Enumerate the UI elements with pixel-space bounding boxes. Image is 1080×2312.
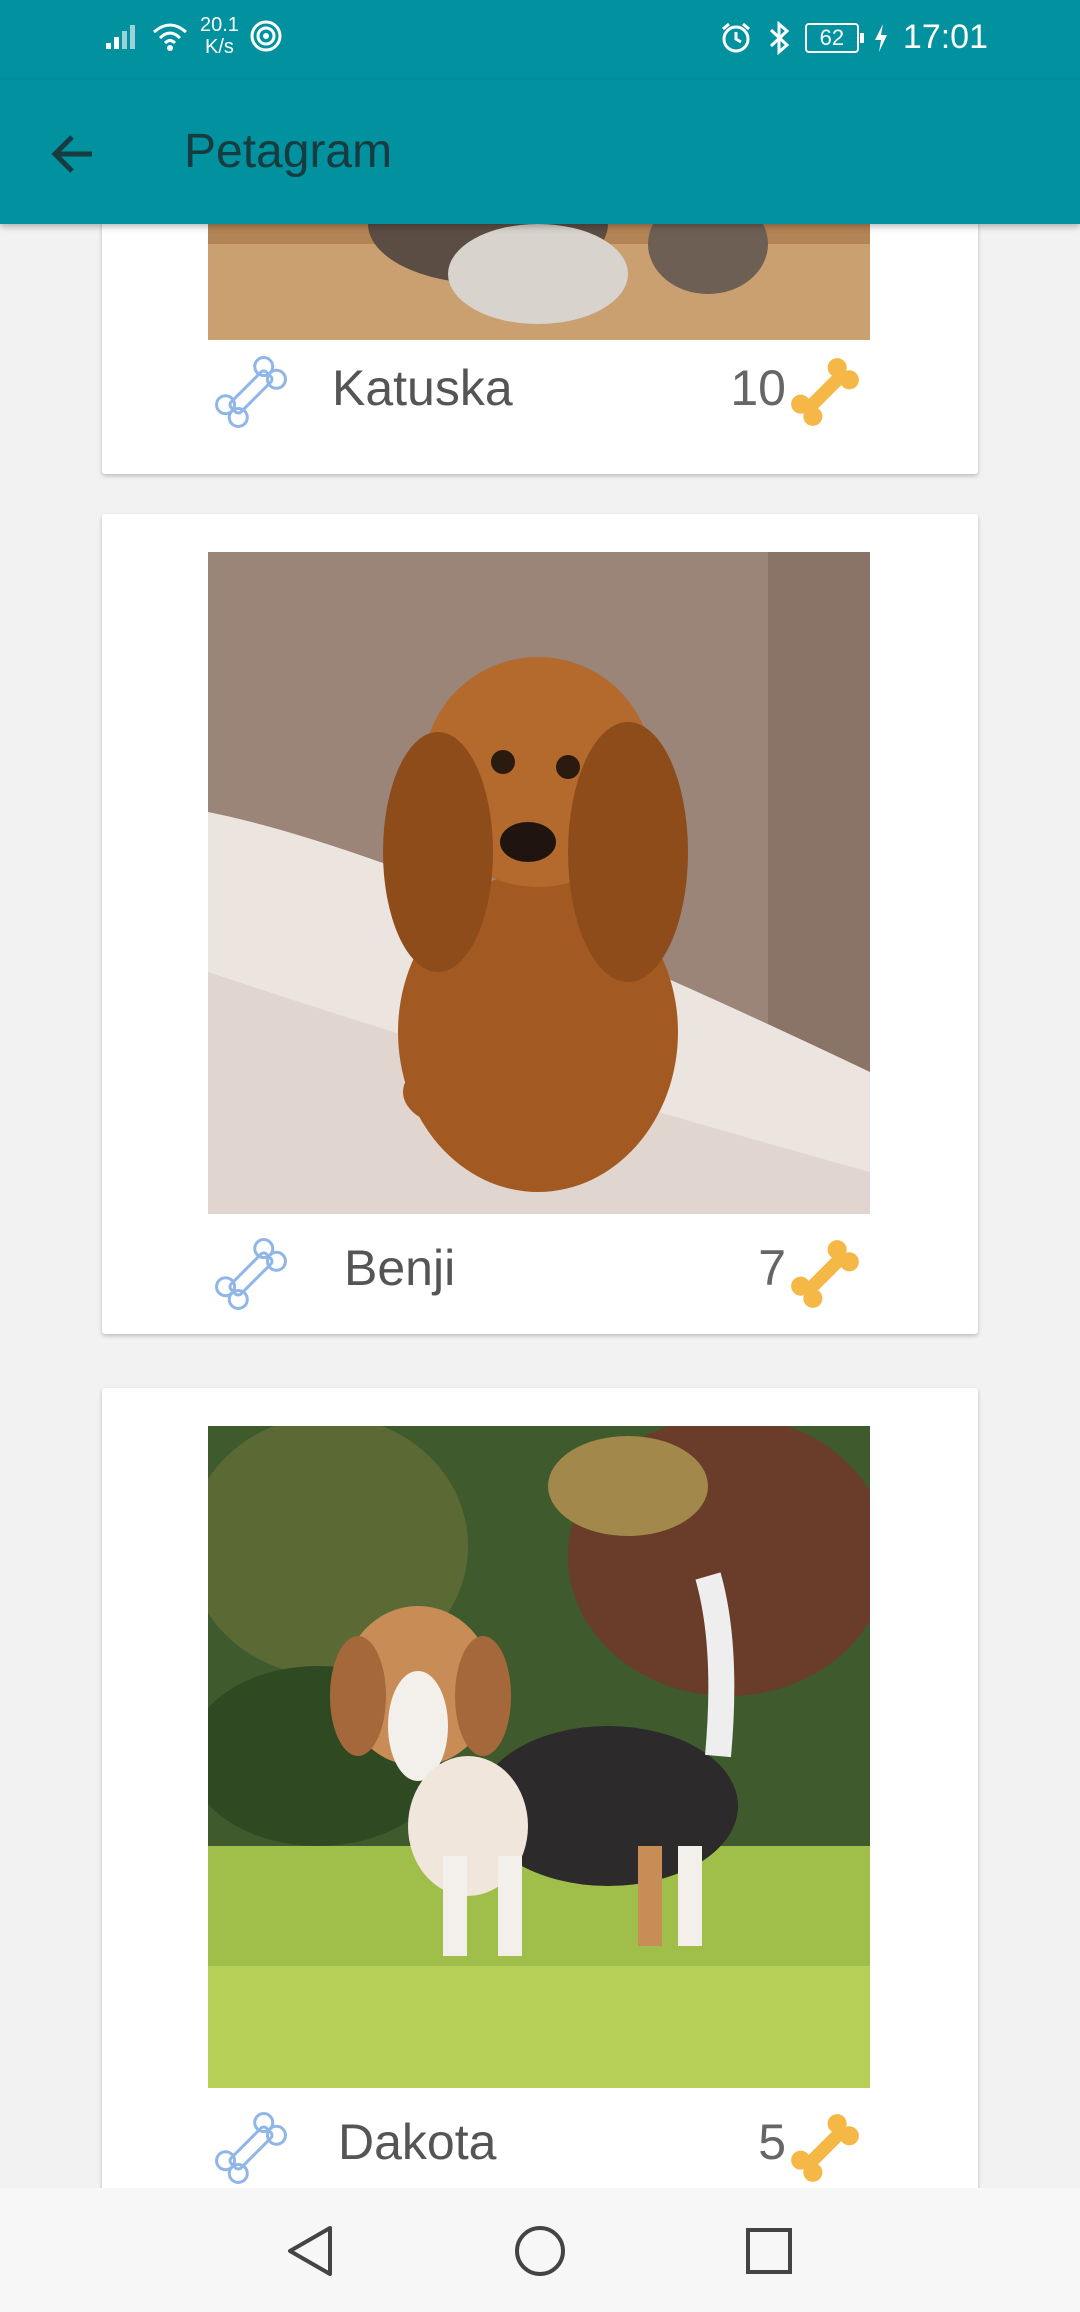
pet-photo bbox=[208, 224, 870, 340]
beagle-puppy-image bbox=[208, 1426, 870, 2088]
bone-rating-icon bbox=[782, 1231, 868, 1317]
back-button[interactable] bbox=[44, 124, 104, 184]
signal-icon bbox=[106, 25, 135, 49]
pet-name: Dakota bbox=[338, 2114, 497, 2170]
pet-card: Benji 7 bbox=[102, 514, 978, 1334]
wifi-icon bbox=[153, 23, 187, 51]
like-button[interactable] bbox=[206, 347, 296, 437]
battery-indicator: 62 bbox=[804, 22, 864, 53]
bone-rating-icon bbox=[782, 349, 868, 435]
network-speed: 20.1 K/s bbox=[200, 14, 239, 58]
alarm-icon bbox=[721, 22, 750, 52]
bone-filled-icon bbox=[791, 358, 859, 426]
bone-outline-icon bbox=[215, 1238, 287, 1310]
bone-filled-icon bbox=[791, 2114, 859, 2182]
like-button[interactable] bbox=[206, 1229, 296, 1319]
network-speed-unit: K/s bbox=[205, 36, 234, 58]
arrow-left-icon bbox=[51, 135, 92, 173]
back-triangle-icon bbox=[288, 2226, 332, 2276]
home-circle-icon bbox=[515, 2226, 565, 2276]
bluetooth-icon bbox=[769, 20, 790, 55]
pet-photo bbox=[208, 552, 870, 1214]
pet-card: Dakota 5 bbox=[102, 1388, 978, 2188]
recents-square-icon bbox=[746, 2228, 792, 2274]
like-button[interactable] bbox=[206, 2103, 296, 2188]
charging-icon bbox=[874, 23, 887, 52]
like-count: 10 bbox=[730, 360, 786, 416]
nav-recents-button[interactable] bbox=[734, 2216, 804, 2286]
bone-filled-icon bbox=[791, 1240, 859, 1308]
pet-list[interactable]: Katuska 10 Benji 7 Dakota 5 bbox=[0, 224, 1080, 2188]
pet-photo-image bbox=[208, 224, 870, 340]
nav-back-button[interactable] bbox=[276, 2216, 346, 2286]
cocker-spaniel-puppy-image bbox=[208, 552, 870, 1214]
pet-name: Benji bbox=[344, 1240, 456, 1296]
status-left: 20.1 K/s bbox=[104, 14, 283, 58]
app-bar: Petagram bbox=[0, 80, 1080, 224]
system-nav-bar bbox=[0, 2188, 1080, 2312]
status-bar: 20.1 K/s 62 17:01 bbox=[0, 0, 1080, 80]
bone-rating-icon bbox=[782, 2105, 868, 2188]
network-speed-value: 20.1 bbox=[200, 14, 239, 36]
battery-level: 62 bbox=[819, 24, 845, 50]
app-title: Petagram bbox=[184, 125, 393, 178]
status-time: 17:01 bbox=[902, 18, 988, 56]
nav-home-button[interactable] bbox=[505, 2216, 575, 2286]
pet-name: Katuska bbox=[332, 360, 513, 416]
hotspot-icon bbox=[250, 20, 282, 52]
pet-photo bbox=[208, 1426, 870, 2088]
pet-card: Katuska 10 bbox=[102, 224, 978, 474]
bone-outline-icon bbox=[215, 2112, 287, 2184]
bone-outline-icon bbox=[215, 356, 287, 428]
status-right: 62 17:01 bbox=[719, 18, 988, 57]
